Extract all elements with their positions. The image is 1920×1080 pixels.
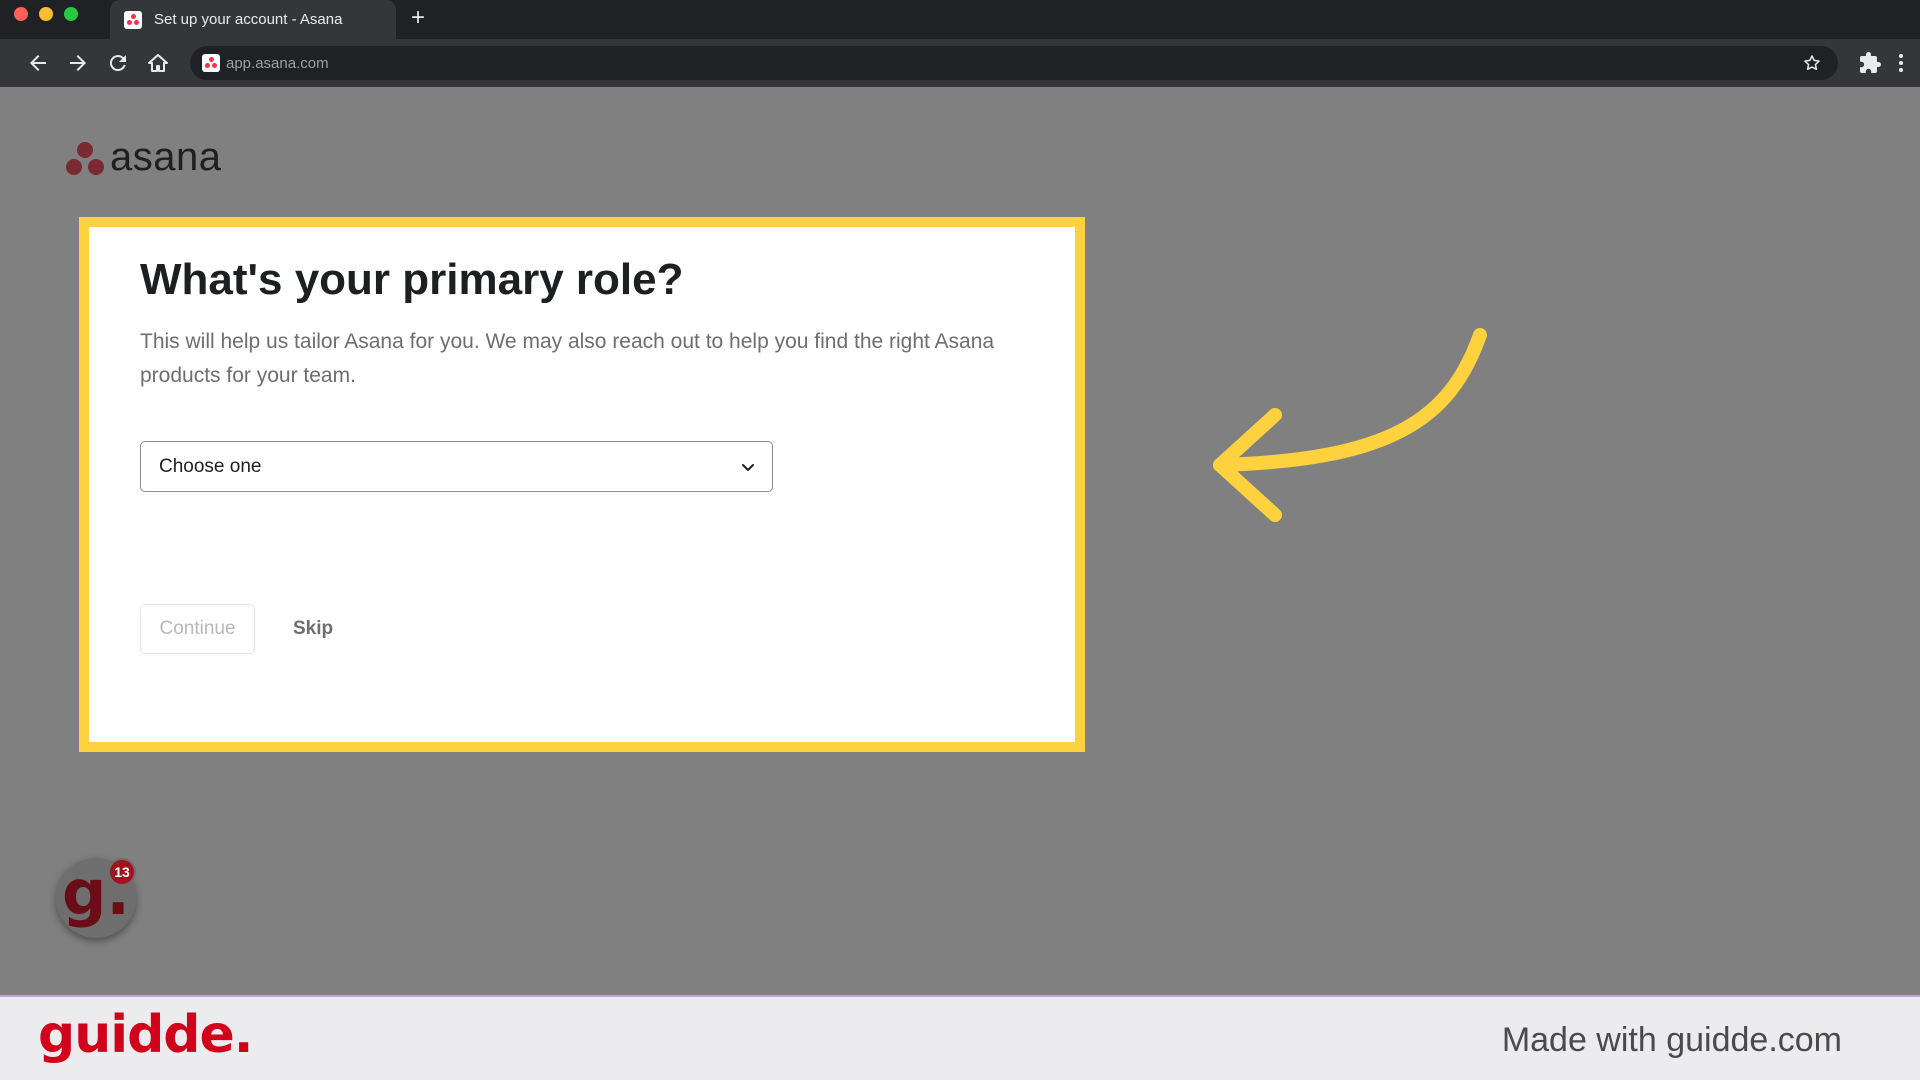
guidde-logo: guidde. [38, 1005, 254, 1065]
forward-arrow-icon[interactable] [66, 51, 90, 75]
annotation-arrow-icon [1213, 328, 1487, 522]
url-text: app.asana.com [226, 54, 329, 72]
home-icon[interactable] [146, 51, 170, 75]
logo-text: asana [110, 135, 222, 179]
browser-menu-icon[interactable] [1892, 51, 1910, 75]
browser-toolbar: app.asana.com [0, 39, 1920, 87]
maximize-window-button[interactable] [64, 7, 78, 21]
role-select-value: Choose one [159, 455, 262, 477]
minimize-window-button[interactable] [39, 7, 53, 21]
asana-logo: asana [66, 135, 221, 180]
browser-titlebar: Set up your account - Asana + [0, 0, 1920, 39]
guidde-widget-button[interactable]: g. 13 [56, 856, 136, 938]
highlight-box: What's your primary role? This will help… [79, 217, 1085, 752]
continue-button[interactable]: Continue [140, 604, 255, 654]
asana-favicon-icon [124, 10, 142, 29]
guidde-footer: guidde. Made with guidde.com [0, 995, 1920, 1080]
role-select[interactable]: Choose one [140, 441, 773, 492]
browser-tab[interactable]: Set up your account - Asana [110, 0, 396, 39]
site-favicon-icon [202, 54, 220, 72]
reload-icon[interactable] [106, 51, 130, 75]
address-bar[interactable]: app.asana.com [190, 46, 1838, 80]
new-tab-button[interactable]: + [406, 6, 430, 30]
page-title: What's your primary role? [140, 255, 684, 304]
made-with-text: Made with guidde.com [1501, 1021, 1842, 1059]
bookmark-star-icon[interactable] [1802, 53, 1822, 73]
back-arrow-icon[interactable] [26, 51, 50, 75]
chevron-down-icon [742, 464, 754, 471]
notification-count-badge: 13 [108, 858, 136, 886]
asana-logo-icon [66, 140, 104, 176]
page-description: This will help us tailor Asana for you. … [140, 330, 995, 387]
extensions-puzzle-icon[interactable] [1858, 51, 1882, 75]
close-window-button[interactable] [14, 7, 28, 21]
tab-title: Set up your account - Asana [154, 11, 343, 28]
skip-button[interactable]: Skip [285, 604, 341, 654]
